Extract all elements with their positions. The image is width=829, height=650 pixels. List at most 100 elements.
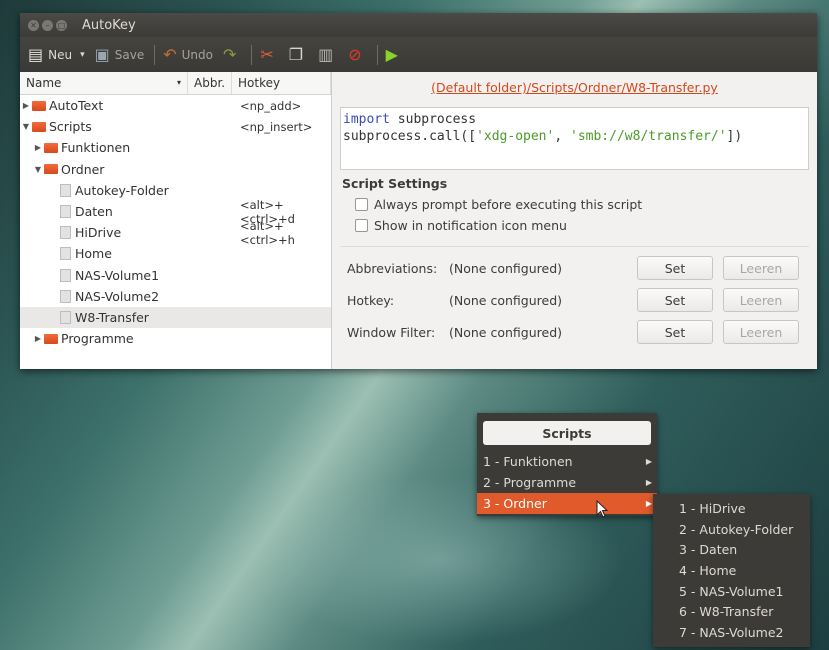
set-abbreviations-button[interactable]: Set (637, 256, 713, 280)
undo-icon: ↶ (163, 45, 177, 64)
submenu-arrow-icon: ▶ (645, 457, 652, 466)
script-file-icon (60, 289, 71, 303)
collapse-arrow-icon[interactable]: ▼ (20, 122, 32, 131)
undo-button[interactable]: ↶ Undo (163, 45, 213, 64)
tree-row[interactable]: Home (20, 243, 331, 264)
close-window-button[interactable]: ✕ (28, 19, 39, 31)
folder-icon (32, 100, 46, 111)
title-bar: ✕ – □ AutoKey (20, 13, 817, 37)
tree-row[interactable]: ▶ Funktionen (20, 137, 331, 158)
delete-button[interactable]: ⊘ (348, 45, 366, 64)
window-title: AutoKey (82, 17, 136, 33)
copy-button[interactable]: ❐ (289, 45, 308, 64)
submenu-item[interactable]: 5 - NAS-Volume1 (653, 581, 810, 602)
folder-icon (44, 142, 58, 153)
script-file-icon (60, 247, 71, 261)
tree-header: Name ▾ Abbr. Hotkey (20, 72, 331, 95)
no-entry-icon: ⊘ (348, 45, 362, 64)
column-name[interactable]: Name ▾ (20, 72, 188, 94)
set-window-filter-button[interactable]: Set (637, 320, 713, 344)
new-button[interactable]: ▤ Neu ▾ (28, 45, 85, 64)
submenu-item[interactable]: 7 - NAS-Volume2 (653, 622, 810, 643)
tree-row[interactable]: ▼ Scripts <np_insert> (20, 116, 331, 137)
submenu-arrow-icon: ▶ (645, 499, 652, 508)
clear-abbreviations-button[interactable]: Leeren (723, 256, 799, 280)
tree-row[interactable]: ▶ AutoText <np_add> (20, 95, 331, 116)
code-editor[interactable]: import subprocess subprocess.call(['xdg-… (340, 107, 809, 170)
expand-arrow-icon[interactable]: ▶ (32, 143, 44, 152)
mouse-cursor-icon (596, 500, 609, 518)
column-hotkey[interactable]: Hotkey (232, 72, 331, 94)
main-area: Name ▾ Abbr. Hotkey ▶ AutoText <np_add> ▼… (20, 72, 817, 369)
script-settings-heading: Script Settings (342, 176, 448, 191)
run-button[interactable]: ▶ (386, 45, 403, 64)
submenu-arrow-icon: ▶ (645, 478, 652, 487)
cut-button[interactable]: ✂ (260, 45, 278, 64)
menu-item-programme[interactable]: 2 - Programme ▶ (477, 472, 657, 493)
hotkey-row: Hotkey: (None configured) Set Leeren (340, 284, 809, 316)
menu-title: Scripts (483, 421, 651, 445)
script-file-icon (60, 310, 71, 324)
folder-icon (44, 164, 58, 175)
scripts-popup-menu: Scripts 1 - Funktionen ▶ 2 - Programme ▶… (477, 413, 657, 516)
tree-row[interactable]: HiDrive <alt>+<ctrl>+h (20, 219, 331, 247)
tree-row[interactable]: ▼ Ordner (20, 159, 331, 180)
checkbox-box[interactable] (355, 219, 368, 232)
submenu-item[interactable]: 2 - Autokey-Folder (653, 519, 810, 540)
autokey-window: ✕ – □ AutoKey ▤ Neu ▾ ▣ Save ↶ Undo ↷ ✂ … (20, 13, 817, 369)
script-file-icon (60, 268, 71, 282)
menu-item-ordner[interactable]: 3 - Ordner ▶ (477, 493, 657, 514)
redo-button[interactable]: ↷ (223, 45, 241, 64)
tree-row[interactable]: ▶ Programme (20, 328, 331, 349)
folder-tree: Name ▾ Abbr. Hotkey ▶ AutoText <np_add> ▼… (20, 72, 332, 369)
scissors-icon: ✂ (260, 45, 274, 64)
toolbar-separator (251, 44, 253, 65)
script-file-icon (60, 226, 71, 240)
script-path-link[interactable]: (Default folder)/Scripts/Ordner/W8-Trans… (340, 80, 809, 95)
notification-checkbox[interactable]: Show in notification icon menu (355, 218, 809, 233)
minimize-window-button[interactable]: – (42, 19, 53, 31)
ordner-submenu: 1 - HiDrive 2 - Autokey-Folder 3 - Daten… (653, 494, 810, 647)
submenu-item[interactable]: 1 - HiDrive (653, 498, 810, 519)
save-label: Save (114, 47, 145, 62)
window-filter-row: Window Filter: (None configured) Set Lee… (340, 316, 809, 348)
toolbar: ▤ Neu ▾ ▣ Save ↶ Undo ↷ ✂ ❐ ▥ ⊘ ▶ (20, 37, 817, 72)
divider (340, 246, 809, 247)
abbreviations-row: Abbreviations: (None configured) Set Lee… (340, 252, 809, 284)
submenu-item[interactable]: 4 - Home (653, 560, 810, 581)
tree-row[interactable]: NAS-Volume2 (20, 286, 331, 307)
save-button[interactable]: ▣ Save (95, 45, 145, 64)
paste-icon: ▥ (318, 45, 334, 64)
submenu-item[interactable]: 6 - W8-Transfer (653, 601, 810, 622)
toolbar-separator (376, 44, 378, 65)
paste-button[interactable]: ▥ (318, 45, 338, 64)
submenu-item[interactable]: 3 - Daten (653, 539, 810, 560)
new-dropdown-icon[interactable]: ▾ (80, 50, 85, 60)
maximize-window-button[interactable]: □ (56, 19, 67, 31)
tree-row[interactable]: NAS-Volume1 (20, 265, 331, 286)
clear-window-filter-button[interactable]: Leeren (723, 320, 799, 344)
sort-icon: ▾ (176, 78, 181, 87)
save-icon: ▣ (94, 45, 110, 64)
collapse-arrow-icon[interactable]: ▼ (32, 165, 44, 174)
clear-hotkey-button[interactable]: Leeren (723, 288, 799, 312)
menu-item-funktionen[interactable]: 1 - Funktionen ▶ (477, 451, 657, 472)
expand-arrow-icon[interactable]: ▶ (20, 101, 32, 110)
toolbar-separator (154, 44, 156, 65)
new-label: Neu (48, 47, 73, 62)
script-file-icon (60, 183, 71, 197)
new-document-icon: ▤ (28, 45, 44, 64)
expand-arrow-icon[interactable]: ▶ (32, 334, 44, 343)
tree-row-selected[interactable]: W8-Transfer (20, 306, 331, 329)
copy-icon: ❐ (288, 45, 304, 64)
prompt-checkbox[interactable]: Always prompt before executing this scri… (355, 197, 809, 212)
play-icon: ▶ (385, 45, 398, 64)
folder-icon (44, 333, 58, 344)
folder-icon (32, 121, 46, 132)
checkbox-box[interactable] (355, 198, 368, 211)
column-abbr[interactable]: Abbr. (188, 72, 232, 94)
undo-label: Undo (181, 47, 213, 62)
script-editor-panel: (Default folder)/Scripts/Ordner/W8-Trans… (332, 72, 817, 369)
set-hotkey-button[interactable]: Set (637, 288, 713, 312)
script-file-icon (60, 205, 71, 219)
